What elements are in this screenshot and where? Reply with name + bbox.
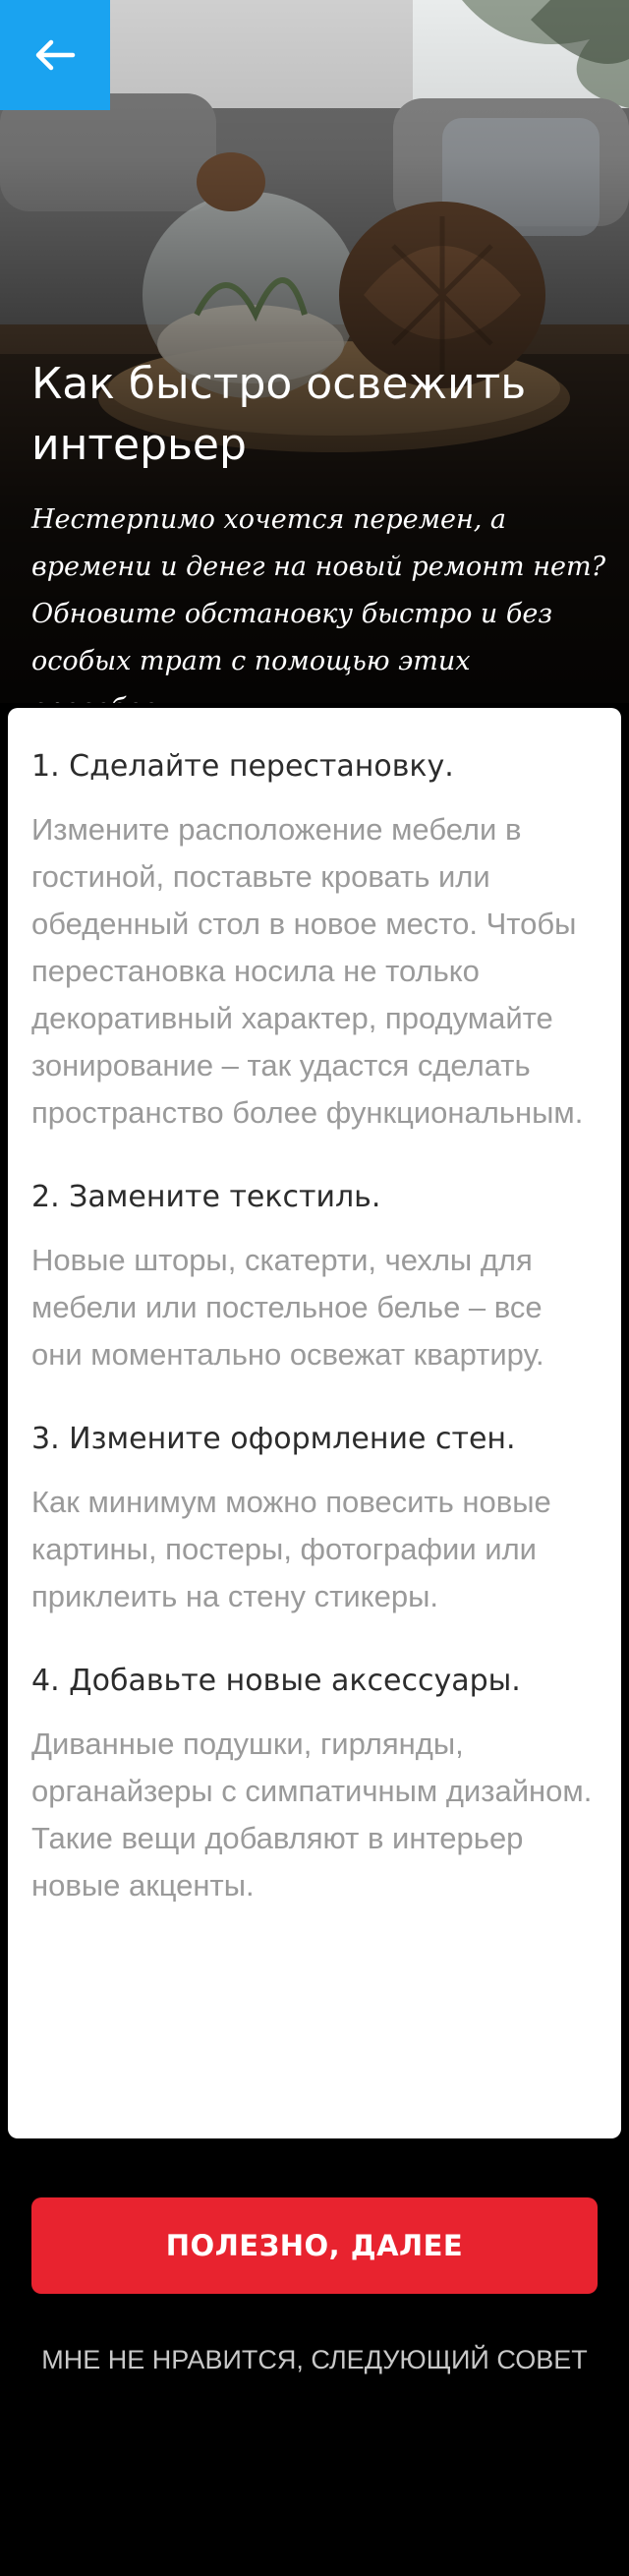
hero-section: Как быстро освежить интерьер Нестерпимо …: [0, 0, 629, 703]
tip-title: 4. Добавьте новые аксессуары.: [31, 1664, 521, 1698]
back-button[interactable]: [0, 0, 110, 110]
tip-text: Новые шторы, скатерти, чехлы для мебели …: [31, 1243, 544, 1372]
tips-card: 1. Сделайте перестановку. Измените распо…: [8, 708, 621, 2138]
tip-text: Измените расположение мебели в гостиной,…: [31, 812, 584, 1130]
useful-next-button[interactable]: ПОЛЕЗНО, ДАЛЕЕ: [31, 2197, 598, 2294]
dislike-next-tip-link[interactable]: МНЕ НЕ НРАВИТСЯ, СЛЕДУЮЩИЙ СОВЕТ: [0, 2340, 629, 2379]
tip-item: 2. Замените текстиль. Новые шторы, скате…: [31, 1178, 598, 1378]
tip-title: 2. Замените текстиль.: [31, 1180, 381, 1214]
page-lead: Нестерпимо хочется перемен, а времени и …: [31, 504, 606, 703]
tip-item: 1. Сделайте перестановку. Измените распо…: [31, 747, 598, 1137]
tip-screen: Как быстро освежить интерьер Нестерпимо …: [0, 0, 629, 2576]
page-title: Как быстро освежить интерьер: [31, 359, 527, 470]
tip-title: 1. Сделайте перестановку.: [31, 749, 454, 784]
tip-text: Диванные подушки, гирлянды, органайзеры …: [31, 1727, 593, 1903]
tip-item: 4. Добавьте новые аксессуары. Диванные п…: [31, 1662, 598, 1909]
tip-text: Как минимум можно повесить новые картины…: [31, 1485, 551, 1613]
tip-item: 3. Измените оформление стен. Как минимум…: [31, 1420, 598, 1620]
tip-title: 3. Измените оформление стен.: [31, 1422, 516, 1456]
arrow-left-icon: [35, 39, 76, 71]
